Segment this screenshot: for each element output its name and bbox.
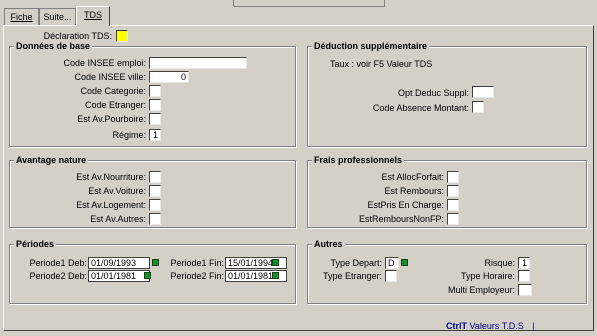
type-horaire-label: Type Horaire:: [460, 271, 515, 281]
est-av-pourboire-label: Est Av.Pourboire:: [77, 114, 146, 124]
est-alloc-forfait-label: Est AllocForfait:: [381, 172, 444, 182]
est-av-logement-label: Est Av.Logement:: [76, 200, 146, 210]
footer-shortcut-key: CtrlT: [446, 321, 467, 331]
code-insee-emploi-label: Code INSEE emploi:: [63, 58, 146, 68]
tab-suite[interactable]: Suite...: [39, 8, 76, 25]
code-etranger-label: Code Etranger:: [84, 100, 146, 110]
autres-title: Autres: [312, 239, 345, 250]
periode1-deb-label: Periode1 Deb:: [29, 258, 87, 268]
risque-field[interactable]: 1: [518, 257, 530, 269]
code-categorie-field[interactable]: [149, 85, 161, 97]
est-pris-en-charge-label: EstPris En Charge:: [367, 200, 444, 210]
type-depart-label: Type Depart:: [330, 258, 382, 268]
opt-deduc-suppl-field[interactable]: [472, 86, 494, 98]
periodes-title: Périodes: [14, 239, 57, 250]
est-pris-en-charge-checkbox[interactable]: [447, 199, 459, 211]
est-av-voiture-checkbox[interactable]: [149, 185, 161, 197]
tab-suite-label: Suite...: [43, 12, 72, 22]
code-insee-emploi-field[interactable]: [149, 57, 247, 69]
footer-shortcut-hint[interactable]: CtrlT Valeurs T.D.S |: [446, 321, 535, 331]
code-insee-ville-label: Code INSEE ville:: [74, 72, 146, 82]
periode2-deb-field[interactable]: 01/01/1981: [88, 270, 150, 282]
footer-separator: |: [532, 321, 535, 331]
footer-shortcut-label: Valeurs T.D.S: [469, 321, 524, 331]
est-rembours-non-fp-checkbox[interactable]: [447, 213, 459, 225]
risque-label: Risque:: [484, 258, 515, 268]
tab-tds[interactable]: TDS: [76, 6, 110, 26]
type-etranger-field[interactable]: [385, 270, 397, 282]
est-rembours-label: Est Rembours:: [384, 186, 444, 196]
code-absence-montant-label: Code Absence Montant:: [372, 103, 469, 113]
deduction-title: Déduction supplémentaire: [312, 41, 430, 52]
periode2-fin-calendar-icon[interactable]: [272, 272, 279, 279]
est-rembours-non-fp-label: EstRemboursNonFP:: [358, 214, 444, 224]
avantage-title: Avantage nature: [14, 155, 89, 166]
est-av-pourboire-checkbox[interactable]: [149, 113, 161, 125]
code-insee-ville-field[interactable]: 0: [149, 71, 189, 83]
tab-tds-label: TDS: [84, 10, 102, 20]
frais-title: Frais professionnels: [312, 155, 405, 166]
top-groove: [233, 0, 385, 7]
code-absence-montant-field[interactable]: [472, 101, 484, 113]
opt-deduc-suppl-label: Opt Deduc Suppl:: [397, 88, 469, 98]
regime-field[interactable]: 1: [149, 129, 161, 141]
periode2-deb-calendar-icon[interactable]: [144, 272, 151, 279]
type-etranger-label: Type Etranger:: [322, 271, 382, 281]
multi-employeur-field[interactable]: [518, 284, 532, 296]
taux-text: Taux : voir F5 Valeur TDS: [330, 59, 433, 69]
code-etranger-field[interactable]: [149, 99, 161, 111]
est-av-nourriture-label: Est Av.Nourriture:: [76, 172, 146, 182]
donnees-title: Données de base: [14, 41, 93, 52]
est-av-nourriture-checkbox[interactable]: [149, 171, 161, 183]
est-av-voiture-label: Est Av.Voiture:: [88, 186, 146, 196]
code-categorie-label: Code Categorie:: [80, 86, 146, 96]
est-alloc-forfait-checkbox[interactable]: [447, 171, 459, 183]
est-av-autres-checkbox[interactable]: [149, 213, 161, 225]
est-rembours-checkbox[interactable]: [447, 185, 459, 197]
periode1-deb-field[interactable]: 01/09/1993: [88, 257, 150, 269]
periode2-deb-label: Periode2 Deb:: [29, 271, 87, 281]
type-depart-field[interactable]: D: [385, 257, 399, 269]
multi-employeur-label: Multi Employeur:: [447, 285, 515, 295]
periode1-deb-calendar-icon[interactable]: [152, 259, 159, 266]
tab-fiche-label: Fiche: [10, 12, 33, 22]
regime-label: Régime:: [112, 130, 146, 140]
periode2-fin-label: Periode2 Fin:: [170, 271, 224, 281]
est-av-logement-checkbox[interactable]: [149, 199, 161, 211]
type-horaire-field[interactable]: [518, 270, 530, 282]
type-depart-lookup-icon[interactable]: [401, 259, 408, 266]
est-av-autres-label: Est Av.Autres:: [90, 214, 146, 224]
periode1-fin-calendar-icon[interactable]: [272, 259, 279, 266]
tab-fiche[interactable]: Fiche: [4, 8, 39, 25]
periode1-fin-label: Periode1 Fin:: [170, 258, 224, 268]
declaration-checkbox[interactable]: [116, 30, 128, 42]
